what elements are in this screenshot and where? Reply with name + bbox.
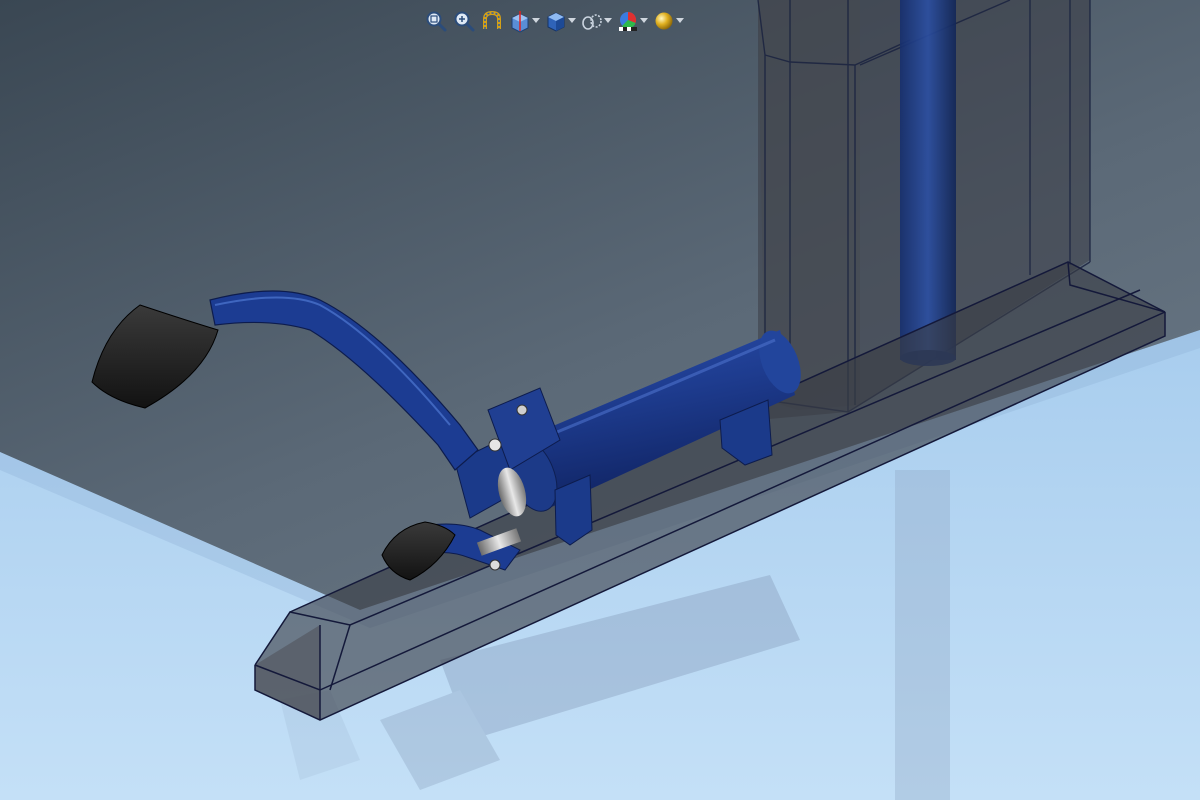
view-orientation-button[interactable]: [544, 7, 576, 35]
section-view-dropdown[interactable]: [532, 7, 540, 35]
zoom-to-area-icon: [454, 11, 475, 32]
zoom-to-fit-button[interactable]: [424, 7, 448, 35]
edit-appearance-button[interactable]: [616, 7, 648, 35]
previous-view-button[interactable]: [480, 7, 504, 35]
section-view-icon: [511, 11, 529, 33]
zoom-to-area-button[interactable]: [452, 7, 476, 35]
graphics-viewport[interactable]: [0, 0, 1200, 800]
edit-appearance-icon: [619, 11, 637, 31]
apply-scene-dropdown[interactable]: [676, 7, 684, 35]
zoom-to-fit-icon: [426, 11, 447, 32]
edit-appearance-dropdown[interactable]: [640, 7, 648, 35]
chevron-down-icon: [676, 18, 684, 23]
previous-view-icon: [483, 10, 501, 29]
apply-scene-button[interactable]: [652, 7, 684, 35]
display-style-button[interactable]: [580, 7, 612, 35]
view-orientation-dropdown[interactable]: [568, 7, 576, 35]
heads-up-view-toolbar: [418, 6, 690, 36]
chevron-down-icon: [568, 18, 576, 23]
view-orientation-icon: [547, 12, 565, 32]
chevron-down-icon: [532, 18, 540, 23]
column-inner-rod[interactable]: [900, 0, 956, 360]
apply-scene-icon: [655, 12, 673, 30]
chevron-down-icon: [640, 18, 648, 23]
chevron-down-icon: [604, 18, 612, 23]
section-view-button[interactable]: [508, 7, 540, 35]
display-style-icon: [582, 14, 602, 30]
model-scene[interactable]: [0, 0, 1200, 800]
display-style-dropdown[interactable]: [604, 7, 612, 35]
